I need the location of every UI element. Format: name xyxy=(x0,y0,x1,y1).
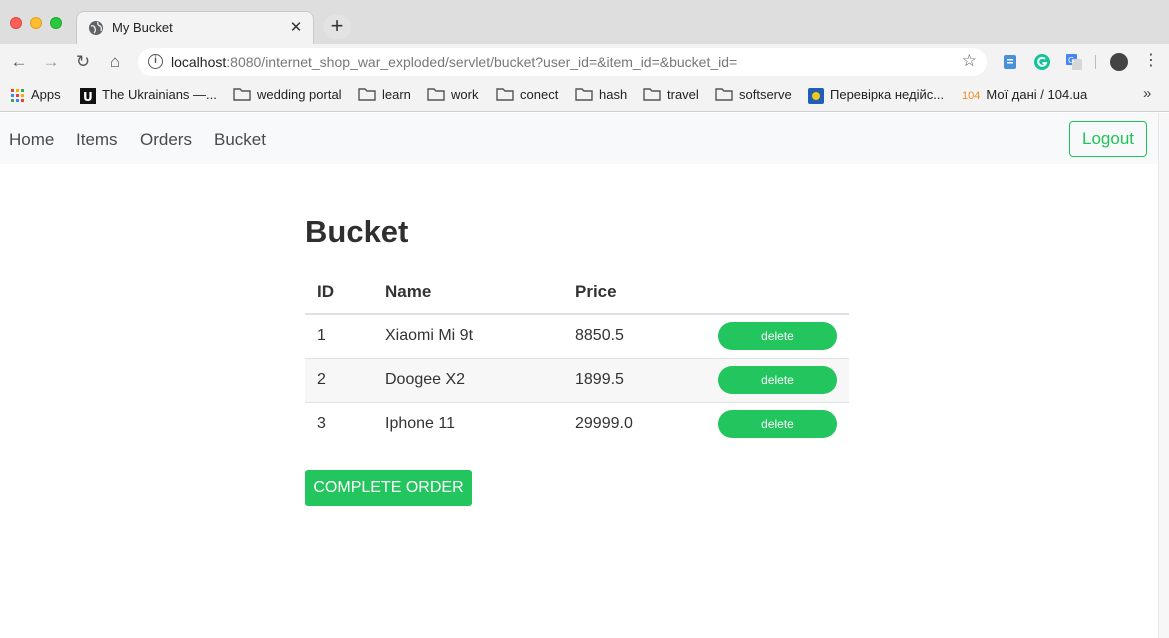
svg-text:U: U xyxy=(83,90,93,104)
home-icon[interactable]: ⌂ xyxy=(104,51,126,73)
passport-check-icon xyxy=(808,87,824,104)
page-title: Bucket xyxy=(305,214,409,249)
bookmark-learn[interactable]: learn xyxy=(358,86,411,104)
forward-arrow-icon[interactable]: → xyxy=(40,51,62,73)
cell-price: 8850.5 xyxy=(563,313,706,358)
folder-icon xyxy=(358,88,376,101)
column-header-price: Price xyxy=(563,271,706,315)
close-window-button[interactable] xyxy=(10,17,22,29)
delete-button[interactable]: delete xyxy=(718,322,837,351)
bookmark-travel[interactable]: travel xyxy=(643,86,699,104)
maximize-window-button[interactable] xyxy=(50,17,62,29)
bookmark-104ua[interactable]: 104 Мої дані / 104.ua xyxy=(962,86,1087,104)
cell-action: delete xyxy=(706,401,849,446)
url-text: localhost:8080/internet_shop_war_explode… xyxy=(171,54,738,70)
folder-icon xyxy=(643,88,661,101)
folder-icon xyxy=(427,88,445,101)
nav-items-link[interactable]: Items xyxy=(76,130,118,150)
folder-icon xyxy=(233,88,251,101)
apps-grid-icon xyxy=(11,88,24,102)
delete-button[interactable]: delete xyxy=(718,366,837,394)
table-row: 3 Iphone 11 29999.0 delete xyxy=(305,401,849,446)
table-row: 1 Xiaomi Mi 9t 8850.5 delete xyxy=(305,313,849,358)
bookmark-perevirka[interactable]: Перевірка недійс... xyxy=(808,86,944,104)
info-icon[interactable]: i xyxy=(148,54,163,69)
cell-id: 1 xyxy=(305,313,373,358)
bookmark-softserve[interactable]: softserve xyxy=(715,86,792,104)
tab-title: My Bucket xyxy=(112,20,173,35)
more-menu-icon[interactable]: ⋮ xyxy=(1143,52,1159,70)
cell-price: 1899.5 xyxy=(563,357,706,402)
bookmark-hash[interactable]: hash xyxy=(575,86,627,104)
cell-action: delete xyxy=(706,313,849,358)
cell-price: 29999.0 xyxy=(563,401,706,446)
cell-id: 2 xyxy=(305,357,373,402)
reload-icon[interactable]: ↻ xyxy=(72,51,94,73)
minimize-window-button[interactable] xyxy=(30,17,42,29)
bucket-table: ID Name Price 1 Xiaomi Mi 9t 8850.5 dele… xyxy=(305,271,849,446)
page-content: Home Items Orders Bucket Logout Bucket I… xyxy=(0,113,1158,638)
nav-home-link[interactable]: Home xyxy=(9,130,54,150)
logout-button[interactable]: Logout xyxy=(1069,121,1147,157)
translate-icon[interactable]: G xyxy=(1065,53,1083,71)
bookmark-work[interactable]: work xyxy=(427,86,478,104)
cell-id: 3 xyxy=(305,401,373,446)
nav-bucket-link[interactable]: Bucket xyxy=(214,130,266,150)
column-header-id: ID xyxy=(305,271,373,315)
browser-toolbar: ← → ↻ ⌂ i localhost:8080/internet_shop_w… xyxy=(0,44,1169,80)
grammarly-icon[interactable] xyxy=(1033,53,1051,71)
toolbar-divider xyxy=(1095,55,1096,69)
globe-icon xyxy=(89,21,103,35)
cell-action: delete xyxy=(706,357,849,402)
close-tab-icon[interactable]: ✕ xyxy=(288,18,304,36)
svg-text:G: G xyxy=(1068,56,1074,65)
complete-order-button[interactable]: COMPLETE ORDER xyxy=(305,470,472,506)
profile-avatar-icon[interactable] xyxy=(1110,53,1128,71)
site-navbar: Home Items Orders Bucket Logout xyxy=(0,113,1158,164)
table-row: 2 Doogee X2 1899.5 delete xyxy=(305,357,849,402)
folder-icon xyxy=(715,88,733,101)
cell-name: Doogee X2 xyxy=(373,357,563,402)
delete-button[interactable]: delete xyxy=(718,410,837,439)
folder-icon xyxy=(575,88,593,101)
bookmark-star-icon[interactable]: ☆ xyxy=(962,51,977,71)
browser-tab-bar: My Bucket ✕ + xyxy=(0,0,1169,44)
column-header-name: Name xyxy=(373,271,563,315)
bookmarks-bar: Apps U The Ukrainians —... wedding porta… xyxy=(0,80,1169,112)
more-bookmarks-icon[interactable]: » xyxy=(1143,85,1151,102)
cell-name: Xiaomi Mi 9t xyxy=(373,313,563,358)
folder-icon xyxy=(496,88,514,101)
address-bar[interactable]: i localhost:8080/internet_shop_war_explo… xyxy=(138,48,987,76)
page-scrollbar[interactable] xyxy=(1158,113,1169,638)
browser-tab[interactable]: My Bucket ✕ xyxy=(76,11,314,44)
104-badge: 104 xyxy=(962,90,981,102)
cell-name: Iphone 11 xyxy=(373,401,563,446)
bookmark-ukrainians[interactable]: U The Ukrainians —... xyxy=(80,86,217,104)
bookmark-apps[interactable]: Apps xyxy=(11,86,61,104)
extension-doc-icon[interactable] xyxy=(1001,53,1019,71)
ukrainians-logo-icon: U xyxy=(80,87,96,104)
table-header-row: ID Name Price xyxy=(305,271,849,315)
new-tab-button[interactable]: + xyxy=(323,15,351,39)
nav-orders-link[interactable]: Orders xyxy=(140,130,192,150)
back-arrow-icon[interactable]: ← xyxy=(8,51,30,73)
bookmark-conect[interactable]: conect xyxy=(496,86,558,104)
column-header-action xyxy=(706,271,849,315)
bookmark-wedding-portal[interactable]: wedding portal xyxy=(233,86,342,104)
